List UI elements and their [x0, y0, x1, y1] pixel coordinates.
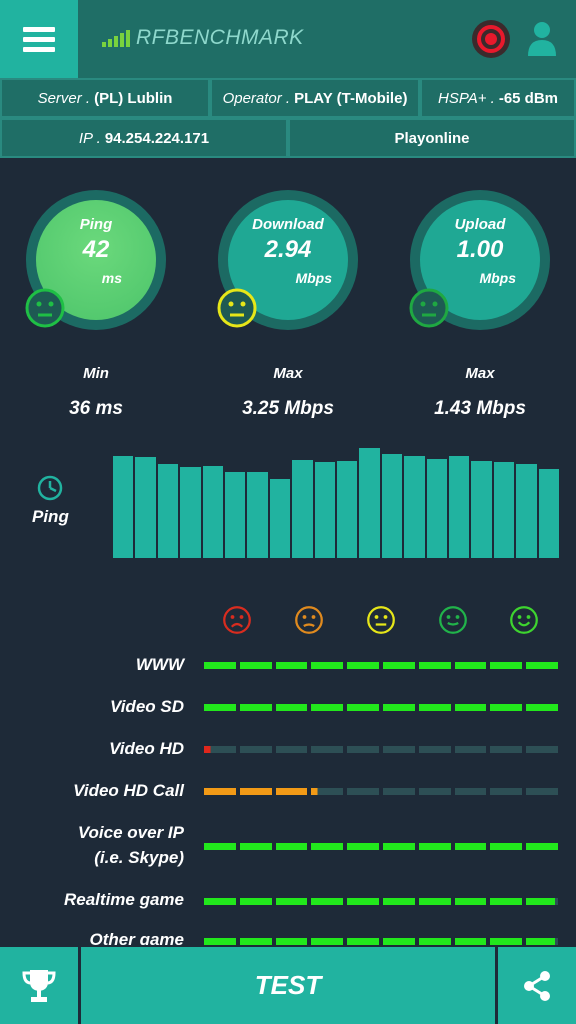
ip-label: IP . — [78, 129, 101, 147]
ping-history-bar — [157, 464, 179, 558]
quality-row-label: Video HD — [109, 736, 184, 761]
quality-row-bar — [204, 938, 558, 945]
download-gauge-unit: Mbps — [295, 270, 332, 286]
download-max-label: Max — [273, 365, 303, 382]
ping-history-bar — [493, 462, 515, 558]
ip-info: IP . 94.254.224.171 — [0, 118, 288, 158]
neutral-face-icon — [367, 606, 395, 634]
ping-gauge-value: 42 — [82, 236, 110, 263]
quality-row-label-text: Realtime game — [64, 890, 184, 909]
hamburger-icon — [23, 22, 55, 57]
quality-row-label: WWW — [136, 652, 184, 677]
good-face-icon — [439, 606, 467, 634]
ping-history-bar — [202, 466, 223, 558]
ping-history-bar — [449, 456, 470, 558]
upload-gauge-value: 1.00 — [456, 236, 504, 263]
quality-row-label-text: Voice over IP — [77, 823, 184, 842]
download-gauge-value: 2.94 — [264, 236, 312, 263]
ping-history-bar — [337, 461, 358, 558]
quality-row-label-text: Video HD Call — [73, 781, 184, 800]
quality-row-bar — [204, 788, 558, 795]
test-button-label: TEST — [254, 970, 322, 1000]
results-button[interactable] — [0, 947, 78, 1024]
record-icon — [477, 25, 505, 53]
quality-row-label-sub: (i.e. Skype) — [94, 848, 184, 867]
history-label: Ping — [32, 507, 69, 526]
green-neutral-face-icon — [409, 288, 449, 328]
download-max-value: 3.25 Mbps — [242, 398, 334, 419]
ping-history-bar — [292, 460, 313, 558]
ping-history-bar — [359, 448, 380, 558]
quality-row-bar — [204, 704, 558, 711]
ping-history-bar — [426, 459, 447, 558]
upload-gauge-unit: Mbps — [479, 270, 516, 286]
quality-row-bar — [204, 843, 558, 850]
quality-row-bar — [204, 662, 558, 669]
green-neutral-face-icon — [25, 288, 65, 328]
ping-min-value: 36 ms — [69, 398, 123, 419]
record-button[interactable] — [472, 20, 510, 58]
ping-history-bar — [135, 457, 156, 558]
network-value: -65 dBm — [498, 89, 559, 107]
quality-row-label: Realtime game — [64, 887, 184, 912]
ping-gauge-label: Ping — [79, 216, 113, 233]
operator-label: Operator . — [222, 89, 291, 107]
share-button[interactable] — [498, 947, 576, 1024]
network-info: HSPA+ . -65 dBm — [420, 78, 576, 118]
yellow-neutral-face-icon — [217, 288, 257, 328]
ping-history-bar — [538, 469, 559, 558]
quality-row-label: Voice over IP (i.e. Skype) — [78, 820, 184, 870]
quality-row-label-text: Video SD — [110, 697, 184, 716]
bad-face-icon — [295, 606, 323, 634]
upload-max-value: 1.43 Mbps — [434, 398, 526, 419]
quality-row-label-text: Video HD — [109, 739, 184, 758]
ping-history-bar — [225, 472, 246, 558]
operator-value: PLAY (T-Mobile) — [294, 89, 408, 107]
quality-row-bar — [204, 898, 558, 905]
network-label: HSPA+ . — [437, 89, 495, 107]
download-gauge-label: Download — [252, 216, 324, 233]
menu-button[interactable] — [0, 0, 78, 78]
provider-info: Playonline — [288, 118, 576, 158]
quality-row-bar — [204, 746, 558, 753]
very-good-face-icon — [510, 606, 538, 634]
ping-history-bar — [269, 479, 291, 558]
trophy-icon — [22, 969, 56, 1002]
quality-row-label-text: WWW — [135, 655, 184, 674]
ping-history-bar — [314, 462, 335, 558]
ping-history-bar — [516, 464, 537, 558]
brand-name: RFBENCHMARK — [136, 26, 304, 49]
quality-row-label: Video HD Call — [73, 778, 184, 803]
provider-value: Playonline — [394, 129, 470, 147]
brand-logo: RFBENCHMARK — [102, 26, 304, 50]
ping-min-label: Min — [83, 365, 109, 382]
very-bad-face-icon — [223, 606, 251, 634]
ping-history-bar — [113, 456, 134, 558]
ping-history-bar — [381, 454, 403, 558]
clock-icon — [37, 475, 63, 501]
user-profile-icon[interactable] — [526, 20, 558, 58]
upload-max-label: Max — [465, 365, 495, 382]
quality-row-label: Video SD — [110, 694, 184, 719]
test-button[interactable]: TEST — [81, 947, 495, 1024]
upload-gauge-label: Upload — [454, 216, 506, 233]
server-value: (PL) Lublin — [94, 89, 173, 107]
share-icon — [524, 970, 550, 1001]
signal-bars-icon — [102, 29, 130, 47]
server-label: Server . — [37, 89, 91, 107]
ping-gauge-unit: ms — [101, 270, 122, 286]
operator-info: Operator . PLAY (T-Mobile) — [210, 78, 420, 118]
ping-history-chart — [112, 440, 560, 558]
ip-value: 94.254.224.171 — [104, 129, 210, 147]
ping-history-bar — [247, 472, 268, 558]
ping-history-bar — [471, 461, 492, 558]
server-info: Server . (PL) Lublin — [0, 78, 210, 118]
ping-history-bar — [180, 467, 201, 558]
ping-history-bar — [404, 456, 425, 558]
